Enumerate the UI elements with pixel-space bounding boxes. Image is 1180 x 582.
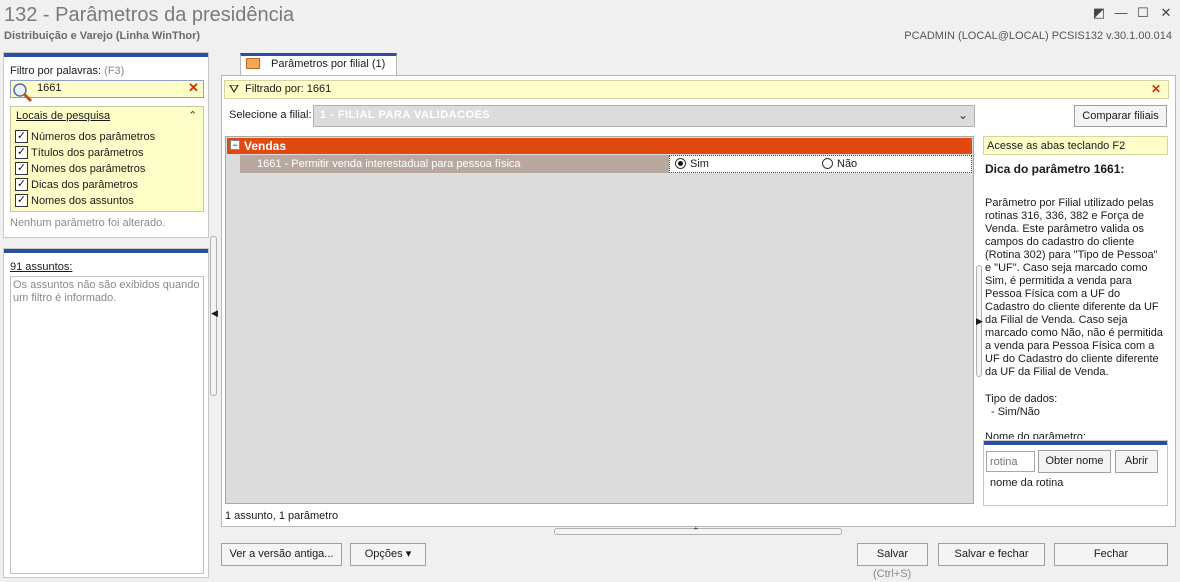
tip-name-label: Nome do parâmetro: bbox=[985, 431, 1086, 439]
search-value: 1661 bbox=[37, 82, 62, 94]
tip-body: Parâmetro por Filial utilizado pelas rot… bbox=[985, 197, 1163, 378]
minimize-icon[interactable]: — bbox=[1112, 4, 1130, 22]
collapse-left-icon[interactable]: ◀ bbox=[211, 308, 218, 319]
branch-value: 1 - FILIAL PARA VALIDACOES bbox=[320, 109, 491, 121]
chevron-down-icon[interactable]: ⌄ bbox=[958, 108, 968, 122]
search-locations-title[interactable]: Locais de pesquisa bbox=[16, 110, 110, 122]
location-subjects-checkbox[interactable]: ✓ Nomes dos assuntos bbox=[15, 194, 134, 207]
close-icon[interactable]: ✕ bbox=[1157, 4, 1175, 22]
collapse-group-icon[interactable]: − bbox=[230, 140, 240, 150]
tip-type-label: Tipo de dados: bbox=[985, 393, 1058, 405]
tab-label[interactable]: Parâmetros por filial (1) bbox=[271, 58, 385, 70]
parameter-options bbox=[669, 155, 972, 173]
filter-bar-text: Filtrado por: 1661 bbox=[245, 83, 332, 95]
filter-bar bbox=[224, 80, 1169, 99]
close-button[interactable]: Fechar bbox=[1054, 543, 1168, 566]
window-subtitle: Distribuição e Varejo (Linha WinThor) bbox=[4, 30, 201, 42]
parameter-name: 1661 - Permitir venda interestadual para… bbox=[257, 158, 521, 170]
tip-type-value: - Sim/Não bbox=[991, 406, 1040, 418]
collapse-right-icon[interactable]: ▶ bbox=[976, 316, 983, 327]
tabs-hint: Acesse as abas teclando F2 bbox=[983, 136, 1168, 155]
funnel-icon: ⛛ bbox=[229, 82, 240, 96]
save-and-close-button[interactable]: Salvar e fechar bbox=[938, 543, 1045, 566]
search-icon bbox=[13, 83, 33, 103]
window-title: 132 - Parâmetros da presidência bbox=[4, 4, 295, 26]
get-name-button[interactable]: Obter nome bbox=[1038, 450, 1111, 473]
checkbox-checked-icon: ✓ bbox=[15, 162, 28, 175]
user-info: PCADMIN (LOCAL@LOCAL) PCSIS132 v.30.1.00… bbox=[904, 30, 1172, 42]
group-label: Vendas bbox=[244, 139, 287, 153]
status-text: 1 assunto, 1 parâmetro bbox=[225, 510, 339, 522]
checkbox-checked-icon: ✓ bbox=[15, 178, 28, 191]
collapse-icon[interactable]: ⌃ bbox=[188, 109, 197, 122]
options-button[interactable]: Opções ▾ bbox=[350, 543, 426, 566]
tip-title: Dica do parâmetro 1661: bbox=[985, 162, 1125, 176]
save-button[interactable]: Salvar bbox=[857, 543, 928, 566]
checkbox-checked-icon: ✓ bbox=[15, 194, 28, 207]
no-change-text: Nenhum parâmetro foi alterado. bbox=[10, 217, 166, 229]
parameters-grid bbox=[225, 136, 974, 504]
compare-branches-button[interactable]: Comparar filiais bbox=[1074, 105, 1167, 127]
option-sim-label[interactable]: Sim bbox=[690, 158, 709, 170]
routine-name: nome da rotina bbox=[990, 477, 1064, 489]
filter-label: Filtro por palavras: (F3) bbox=[10, 65, 125, 77]
checkbox-checked-icon: ✓ bbox=[15, 146, 28, 159]
option-nao-label[interactable]: Não bbox=[837, 158, 857, 170]
location-tips-checkbox[interactable]: ✓ Dicas dos parâmetros bbox=[15, 178, 138, 191]
location-names-checkbox[interactable]: ✓ Nomes dos parâmetros bbox=[15, 162, 145, 175]
location-titles-checkbox[interactable]: ✓ Títulos dos parâmetros bbox=[15, 146, 144, 159]
restore-icon[interactable]: ◩ bbox=[1090, 4, 1108, 22]
save-shortcut: (Ctrl+S) bbox=[873, 568, 912, 580]
location-numbers-checkbox[interactable]: ✓ Números dos parâmetros bbox=[15, 130, 155, 143]
folder-icon bbox=[246, 58, 260, 69]
subjects-list[interactable] bbox=[10, 276, 204, 574]
checkbox-checked-icon: ✓ bbox=[15, 130, 28, 143]
subjects-count: 91 assuntos: bbox=[10, 261, 73, 273]
routine-input[interactable] bbox=[986, 451, 1035, 472]
expand-up-icon[interactable]: ⌃ bbox=[692, 526, 700, 537]
option-nao-radio[interactable] bbox=[822, 158, 833, 169]
subjects-message: Os assuntos não são exibidos quando um f… bbox=[13, 279, 200, 304]
clear-filter-icon[interactable]: ✕ bbox=[1151, 82, 1161, 96]
old-version-button[interactable]: Ver a versão antiga... bbox=[221, 543, 342, 566]
branch-label: Selecione a filial: bbox=[229, 109, 312, 121]
maximize-icon[interactable]: ☐ bbox=[1134, 4, 1152, 22]
group-row[interactable] bbox=[227, 138, 972, 154]
open-button[interactable]: Abrir bbox=[1115, 450, 1158, 473]
clear-search-icon[interactable]: ✕ bbox=[188, 80, 199, 96]
option-sim-radio[interactable] bbox=[675, 158, 686, 169]
